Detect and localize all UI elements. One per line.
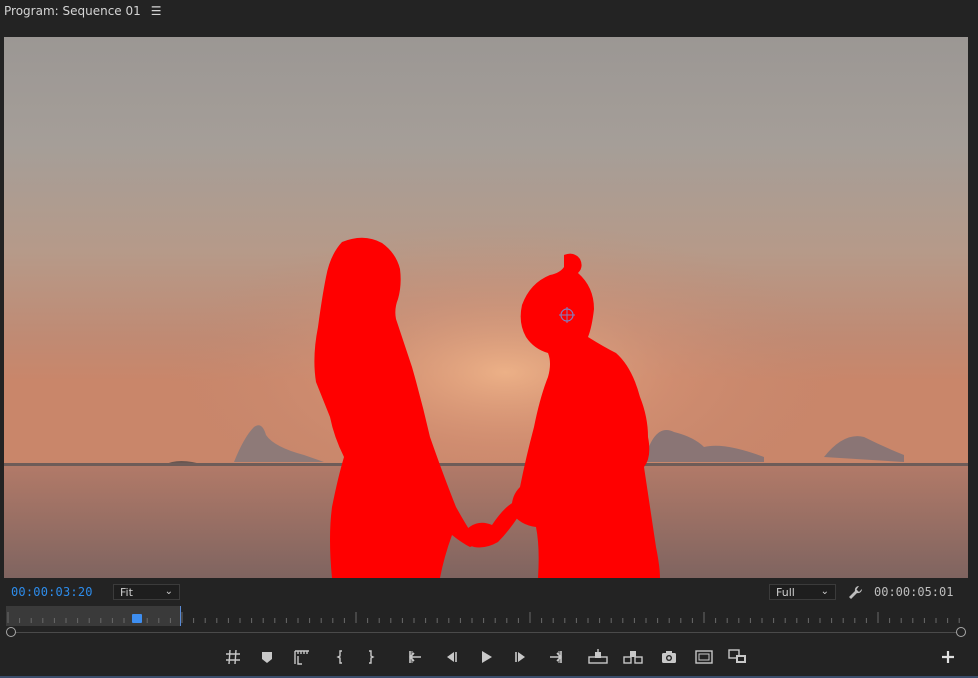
duration-timecode: 00:00:05:01 xyxy=(874,585,954,599)
panel-title: Program: Sequence 01 xyxy=(4,4,141,18)
ruler-ticks xyxy=(7,612,960,623)
add-edit-icon[interactable] xyxy=(292,648,312,666)
sea xyxy=(4,465,968,578)
horizon xyxy=(4,463,968,466)
panel-header: Program: Sequence 01 ☰ xyxy=(0,0,978,22)
lift-icon[interactable] xyxy=(588,648,608,666)
step-back-icon[interactable] xyxy=(441,648,461,666)
go-to-out-icon[interactable] xyxy=(545,648,565,666)
time-ruler[interactable] xyxy=(4,606,968,626)
video-frame xyxy=(4,37,968,578)
add-marker-icon[interactable] xyxy=(223,648,243,666)
hamburger-menu-icon[interactable]: ☰ xyxy=(151,4,162,18)
safe-margins-icon[interactable] xyxy=(694,648,714,666)
marker-icon[interactable] xyxy=(257,648,277,666)
export-frame-icon[interactable] xyxy=(659,648,679,666)
chevron-down-icon: ⌄ xyxy=(164,586,173,597)
extract-icon[interactable] xyxy=(623,648,643,666)
zoom-track xyxy=(12,632,960,633)
compare-view-icon[interactable] xyxy=(728,648,748,666)
program-monitor-viewer[interactable] xyxy=(4,37,968,578)
zoom-handle-right[interactable] xyxy=(956,627,966,637)
zoom-handle-left[interactable] xyxy=(6,627,16,637)
zoom-level-dropdown[interactable]: Fit ⌄ xyxy=(113,584,180,600)
go-to-in-icon[interactable] xyxy=(406,648,426,666)
sun-glow xyxy=(4,37,968,467)
playhead[interactable] xyxy=(132,614,142,623)
chevron-down-icon: ⌄ xyxy=(820,586,829,597)
monitor-controls-row: 00:00:03:20 Fit ⌄ Full ⌄ 00:00:05:01 xyxy=(0,584,978,602)
current-timecode[interactable]: 00:00:03:20 xyxy=(11,585,93,599)
transport-controls xyxy=(0,646,978,668)
step-forward-icon[interactable] xyxy=(511,648,531,666)
playback-resolution-value: Full xyxy=(776,585,795,599)
playback-resolution-dropdown[interactable]: Full ⌄ xyxy=(769,584,836,600)
mark-in-icon[interactable] xyxy=(330,648,350,666)
zoom-scroll-bar[interactable] xyxy=(6,627,966,639)
play-icon[interactable] xyxy=(476,648,496,666)
add-button-icon[interactable] xyxy=(938,648,958,666)
zoom-level-value: Fit xyxy=(120,585,133,599)
mark-out-icon[interactable] xyxy=(361,648,381,666)
settings-wrench-icon[interactable] xyxy=(846,584,864,602)
